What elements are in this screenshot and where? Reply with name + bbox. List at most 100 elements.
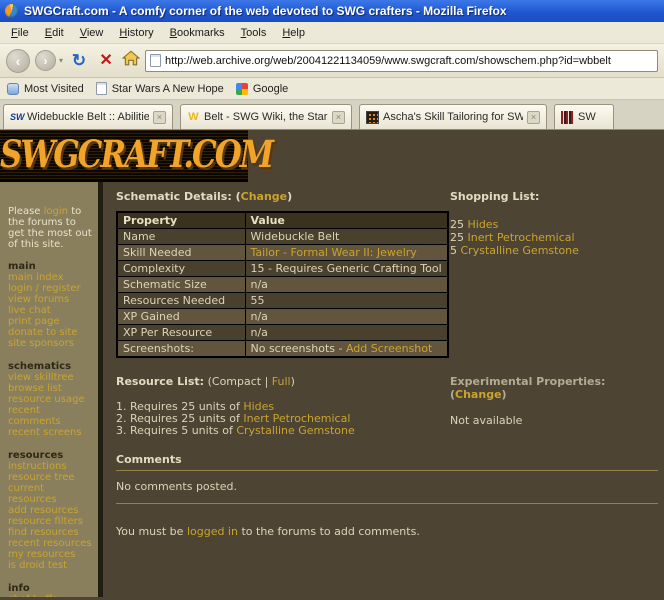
- back-button[interactable]: ‹: [6, 48, 30, 73]
- resource-link-hides[interactable]: Hides: [468, 218, 499, 231]
- view-mode-full-link[interactable]: Full: [272, 375, 291, 388]
- resource-link-crystalline-gemstone[interactable]: Crystalline Gemstone: [461, 244, 579, 257]
- schematic-details-table: Property Value Name Widebuckle Belt Skil…: [116, 211, 449, 358]
- no-comments-text: No comments posted.: [116, 480, 237, 493]
- sidebar-item-view-forums[interactable]: view forums: [8, 294, 94, 305]
- tab-skill-tailoring[interactable]: Ascha's Skill Tailoring for SWG (Scylla)…: [359, 104, 547, 129]
- section-title: main: [8, 261, 36, 272]
- bookmark-label: Star Wars A New Hope: [111, 82, 224, 95]
- sidebar-item-recent-comments[interactable]: recent comments: [8, 405, 94, 427]
- quantity: 25: [450, 231, 468, 244]
- menu-view[interactable]: View: [72, 24, 112, 42]
- requirement-text: 3. Requires 5 units of: [116, 424, 237, 437]
- sidebar-item-main-index[interactable]: main index: [8, 272, 94, 283]
- change-experimental-link[interactable]: Change: [455, 388, 502, 401]
- menu-edit[interactable]: Edit: [37, 24, 72, 42]
- divider: [116, 470, 658, 471]
- sidebar-item-live-chat[interactable]: live chat: [8, 305, 94, 316]
- paren: ): [290, 375, 295, 388]
- home-button[interactable]: [121, 50, 141, 71]
- google-icon: [235, 82, 248, 95]
- sidebar-item-resource-usage[interactable]: resource usage: [8, 394, 94, 405]
- bookmark-google[interactable]: Google: [235, 82, 289, 95]
- table-header-row: Property Value: [116, 211, 449, 229]
- comments-heading: Comments: [116, 453, 182, 466]
- sidebar-item-view-skilltree[interactable]: view skilltree: [8, 372, 94, 383]
- history-dropdown-icon[interactable]: ▾: [59, 56, 63, 65]
- site-logo[interactable]: SWGCRAFT.COM: [0, 130, 274, 182]
- menu-bookmarks[interactable]: Bookmarks: [162, 24, 233, 42]
- quantity: 25: [450, 218, 468, 231]
- sidebar-item-add-resources[interactable]: add resources: [8, 505, 94, 516]
- value-text: n/a: [250, 278, 268, 291]
- bookmark-most-visited[interactable]: Most Visited: [7, 82, 84, 95]
- paren: (: [231, 190, 241, 203]
- sidebar-item-find-resources[interactable]: find resources: [8, 527, 94, 538]
- paren: ): [501, 388, 507, 401]
- property-cell: Screenshots:: [116, 340, 246, 358]
- value-text: n/a: [250, 326, 268, 339]
- experimental-properties-body: Not available: [450, 414, 523, 427]
- menu-help[interactable]: Help: [274, 24, 313, 42]
- change-schematic-link[interactable]: Change: [241, 190, 288, 203]
- sidebar-item-donate[interactable]: donate to site: [8, 327, 94, 338]
- property-cell: Skill Needed: [116, 244, 246, 261]
- value-cell: 55: [244, 292, 449, 309]
- intro-text: Please: [8, 206, 44, 217]
- close-tab-icon[interactable]: ×: [527, 110, 540, 124]
- sidebar-section-info: info chef buffs smuggler buffs: [8, 583, 94, 597]
- tab-swg-wiki[interactable]: W Belt - SWG Wiki, the Star Wars Gala...…: [180, 104, 352, 129]
- column-header-property: Property: [116, 211, 246, 229]
- sidebar-item-resource-tree[interactable]: resource tree: [8, 472, 94, 483]
- close-tab-icon[interactable]: ×: [153, 110, 166, 124]
- value-text: 55: [250, 294, 265, 307]
- page-content: SWGCRAFT.COM Please login to the forums …: [0, 130, 664, 600]
- sidebar-item-is-droid-test[interactable]: is droid test: [8, 560, 94, 571]
- sidebar-item-my-resources[interactable]: my resources: [8, 549, 94, 560]
- sidebar-item-recent-screens[interactable]: recent screens: [8, 427, 94, 438]
- refresh-button[interactable]: ↻: [68, 52, 90, 69]
- menu-file[interactable]: File: [3, 24, 37, 42]
- tab-label: Ascha's Skill Tailoring for SWG (Scylla): [383, 111, 523, 123]
- table-row: XP Per Resource n/a: [116, 324, 449, 341]
- skill-needed-link[interactable]: Tailor - Formal Wear II: Jewelry: [251, 246, 417, 259]
- resource-link-crystalline-gemstone[interactable]: Crystalline Gemstone: [236, 424, 354, 437]
- menu-tools[interactable]: Tools: [233, 24, 275, 42]
- logged-in-link[interactable]: logged in: [187, 525, 238, 538]
- sidebar-item-sponsors[interactable]: site sponsors: [8, 338, 94, 349]
- resource-link-inert-petrochemical[interactable]: Inert Petrochemical: [468, 231, 575, 244]
- tab-widebuckle-belt[interactable]: SW Widebuckle Belt :: Abilities :: Star …: [3, 104, 173, 129]
- comments-section: Comments No comments posted. You must be…: [116, 453, 658, 538]
- tab-partial[interactable]: SW: [554, 104, 614, 129]
- footer-text: to the forums to add comments.: [237, 525, 420, 538]
- property-cell: XP Gained: [116, 308, 246, 325]
- close-tab-icon[interactable]: ×: [332, 110, 345, 124]
- sidebar-item-instructions[interactable]: instructions: [8, 461, 94, 472]
- sidebar-item-chef-buffs[interactable]: chef buffs: [8, 594, 94, 597]
- add-screenshot-link[interactable]: Add Screenshot: [346, 342, 432, 355]
- bookmark-label: Google: [252, 82, 289, 95]
- bookmark-star-wars[interactable]: Star Wars A New Hope: [95, 82, 224, 95]
- table-row: XP Gained n/a: [116, 308, 449, 325]
- stop-button[interactable]: ✕: [95, 52, 117, 69]
- sidebar-item-print-page[interactable]: print page: [8, 316, 94, 327]
- address-bar[interactable]: [145, 49, 658, 72]
- view-mode-compact[interactable]: (Compact |: [204, 375, 272, 388]
- title-bar: SWGCraft.com - A comfy corner of the web…: [0, 0, 664, 22]
- url-input[interactable]: [165, 54, 653, 67]
- sidebar-item-recent-resources[interactable]: recent resources: [8, 538, 94, 549]
- login-link[interactable]: login: [44, 206, 68, 217]
- forward-button[interactable]: ›: [35, 50, 56, 71]
- sidebar-item-resource-filters[interactable]: resource filters: [8, 516, 94, 527]
- wiki-favicon-icon: W: [188, 111, 199, 123]
- menu-history[interactable]: History: [111, 24, 161, 42]
- resource-list: 1. Requires 25 units of Hides 2. Require…: [116, 401, 450, 437]
- sidebar-item-browse-list[interactable]: browse list: [8, 383, 94, 394]
- value-cell: n/a: [244, 324, 449, 341]
- table-row: Resources Needed 55: [116, 292, 449, 309]
- table-row: Screenshots: No screenshots - Add Screen…: [116, 340, 449, 358]
- sidebar-item-current-resources[interactable]: current resources: [8, 483, 94, 505]
- value-text: No screenshots -: [250, 342, 346, 355]
- resource-list-heading: Resource List: (Compact | Full): [116, 375, 450, 388]
- sidebar-item-login-register[interactable]: login / register: [8, 283, 94, 294]
